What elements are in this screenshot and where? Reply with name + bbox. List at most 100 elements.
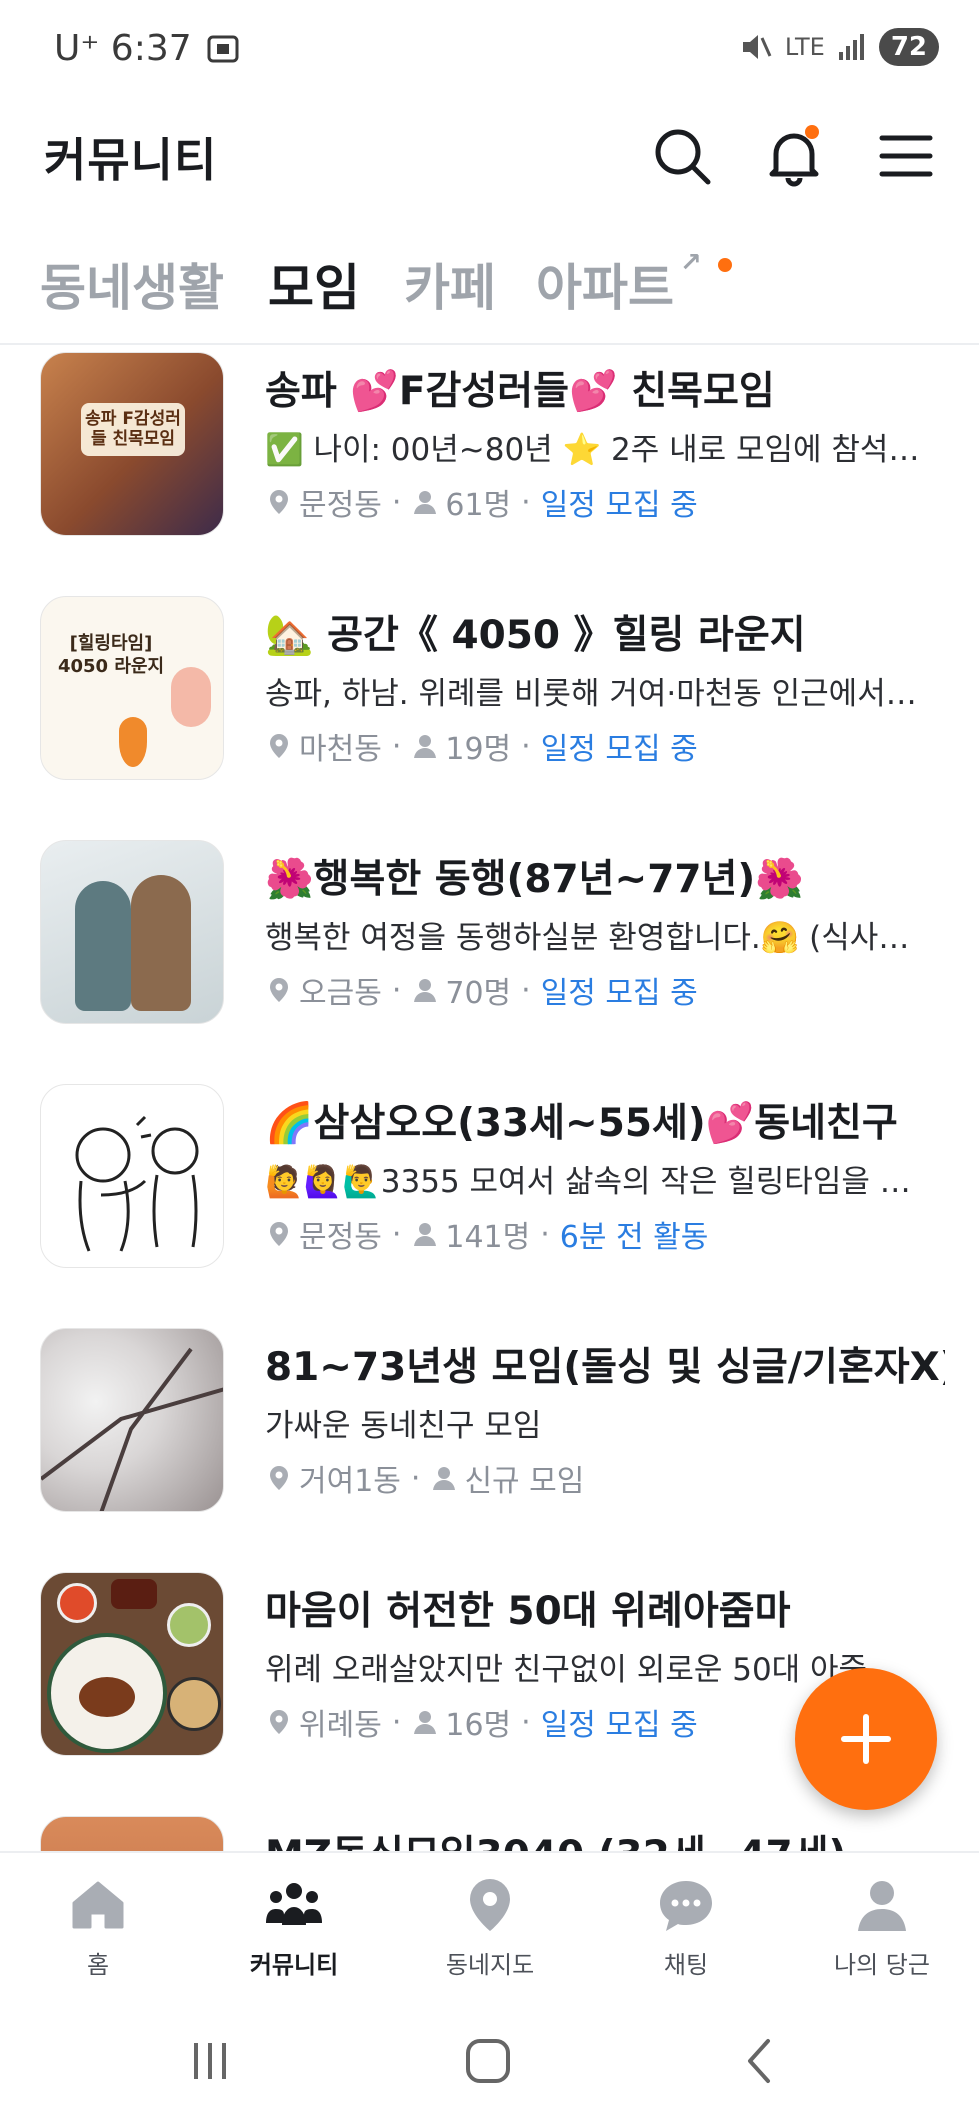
nav-my-karrot[interactable]: 나의 당근 xyxy=(784,1875,979,1980)
person-icon xyxy=(414,979,437,1002)
tab-neighborhood-life[interactable]: 동네생활 xyxy=(40,248,224,320)
thumbnail-caption: [힐링타임] 4050 라운지 xyxy=(57,633,165,677)
nav-home[interactable]: 홈 xyxy=(0,1875,196,1980)
group-description: 🙋🙋‍♀️🙋‍♂️3355 모여서 삶속의 작은 힐링타임을 … xyxy=(265,1164,911,1200)
nav-chat[interactable]: 채팅 xyxy=(588,1875,784,1980)
group-location: 문정동 xyxy=(299,1220,382,1255)
thumbnail-character xyxy=(171,667,211,727)
location-pin-icon xyxy=(270,734,288,758)
group-meta: 거여1동 · 신규 모임 xyxy=(265,1456,945,1500)
group-location: 거여1동 xyxy=(299,1464,401,1499)
person-icon xyxy=(414,1711,437,1734)
tab-cafe[interactable]: 카페 xyxy=(404,248,496,320)
menu-icon[interactable] xyxy=(874,124,938,188)
meta-separator: · xyxy=(391,1216,402,1252)
location-pin-icon xyxy=(270,978,288,1002)
meta-separator: · xyxy=(521,972,531,1008)
nav-community[interactable]: 커뮤니티 xyxy=(196,1875,392,1980)
group-meta: 마천동 · 19명 · 일정 모집 중 xyxy=(265,724,945,768)
meta-separator: · xyxy=(410,1460,421,1496)
new-dot xyxy=(718,258,732,272)
search-icon[interactable] xyxy=(650,124,714,188)
group-meta: 문정동 · 141명 · 6분 전 활동 xyxy=(265,1212,945,1256)
meta-separator: · xyxy=(391,728,402,764)
bell-icon[interactable] xyxy=(762,124,826,188)
group-location: 문정동 xyxy=(299,488,382,523)
home-button[interactable] xyxy=(458,2031,518,2091)
chat-icon xyxy=(660,1881,712,1931)
group-status: 일정 모집 중 xyxy=(540,488,698,523)
group-location: 오금동 xyxy=(299,976,382,1011)
group-location: 마천동 xyxy=(299,732,382,767)
group-thumbnail: 송파 F감성러들 친목모임 xyxy=(40,352,224,536)
group-thumbnail xyxy=(40,840,224,1024)
status-right: LTE 72 xyxy=(739,28,939,66)
group-description: 행복한 여정을 동행하실분 환영합니다.🤗 (식사… xyxy=(265,920,910,956)
group-title: 81~73년생 모임(돌싱 및 싱글/기혼자X) xyxy=(265,1345,945,1390)
blossom-branches xyxy=(41,1347,223,1511)
group-title: 🌈삼삼오오(33세~55세)💕동네친구 xyxy=(265,1101,898,1146)
nav-map[interactable]: 동네지도 xyxy=(392,1875,588,1980)
group-thumbnail: [힐링타임] 4050 라운지 xyxy=(40,596,224,780)
battery-indicator: 72 xyxy=(878,28,939,66)
group-meta: 문정동 · 61명 · 일정 모집 중 xyxy=(265,480,945,524)
person-icon xyxy=(414,735,437,758)
list-item[interactable]: 송파 F감성러들 친목모임 송파 💕F감성러들💕 친목모임 ✅ 나이: 00년~… xyxy=(0,352,979,596)
meta-separator: · xyxy=(540,1216,550,1252)
create-group-button[interactable] xyxy=(795,1668,937,1810)
location-pin-icon xyxy=(270,1466,288,1490)
list-item[interactable]: 81~73년생 모임(돌싱 및 싱글/기혼자X) 가싸운 동네친구 모임 거여1… xyxy=(0,1328,979,1572)
tab-meetups[interactable]: 모임 xyxy=(268,248,360,320)
person-icon xyxy=(433,1467,456,1490)
meta-separator: · xyxy=(521,1704,531,1740)
person-icon xyxy=(414,491,437,514)
thumbnail-cutlet xyxy=(79,1677,135,1717)
group-status: 일정 모집 중 xyxy=(540,976,698,1011)
thumbnail-child-right xyxy=(131,875,191,1011)
group-status: 6분 전 활동 xyxy=(559,1220,709,1255)
thumbnail-caption: 송파 F감성러들 친목모임 xyxy=(81,403,185,456)
community-icon xyxy=(266,1883,322,1925)
location-pin-icon xyxy=(270,490,288,514)
list-item[interactable]: [힐링타임] 4050 라운지 🏡 공간《 4050 》힐링 라운지 송파, 하… xyxy=(0,596,979,840)
nav-label: 채팅 xyxy=(663,1951,709,1979)
list-item[interactable]: MZ동싱모임3040 (32세~47세) xyxy=(0,1816,979,1851)
location-pin-icon xyxy=(270,1710,288,1734)
list-item[interactable]: 🌺행복한 동행(87년~77년)🌺 행복한 여정을 동행하실분 환영합니다.🤗 … xyxy=(0,840,979,1084)
list-item[interactable]: 🌈삼삼오오(33세~55세)💕동네친구 🙋🙋‍♀️🙋‍♂️3355 모여서 삶속… xyxy=(0,1084,979,1328)
person-icon xyxy=(414,1223,437,1246)
location-pin-icon xyxy=(270,1222,288,1246)
group-members: 16명 xyxy=(445,1708,512,1743)
group-description: 송파, 하남. 위례를 비롯해 거여·마천동 인근에서… xyxy=(265,676,917,712)
meta-separator: · xyxy=(391,972,402,1008)
recents-button[interactable] xyxy=(180,2031,240,2091)
group-status: 일정 모집 중 xyxy=(540,732,698,767)
community-tabs: 동네생활 모임 카페 아파트 ↗ xyxy=(0,240,979,345)
group-thumbnail xyxy=(40,1816,224,1851)
thumbnail-side-dish xyxy=(57,1583,97,1623)
nav-label: 동네지도 xyxy=(445,1951,535,1979)
back-button[interactable] xyxy=(730,2031,790,2091)
map-pin-icon xyxy=(470,1879,510,1931)
tab-apartment-label: 아파트 xyxy=(536,259,674,317)
group-members: 70명 xyxy=(445,976,512,1011)
group-members: 61명 xyxy=(445,488,512,523)
external-link-icon: ↗ xyxy=(680,248,702,278)
home-icon xyxy=(72,1881,124,1929)
group-title: MZ동싱모임3040 (32세~47세) xyxy=(265,1824,945,1851)
meta-separator: · xyxy=(521,484,531,520)
group-thumbnail xyxy=(40,1328,224,1512)
group-title: 🏡 공간《 4050 》힐링 라운지 xyxy=(265,613,806,658)
group-title: 마음이 허전한 50대 위례아줌마 xyxy=(265,1589,791,1634)
network-label: LTE xyxy=(784,33,825,61)
group-thumbnail xyxy=(40,1084,224,1268)
page-title: 커뮤니티 xyxy=(44,133,218,187)
signal-icon xyxy=(838,34,864,60)
nav-label: 나의 당근 xyxy=(834,1951,930,1979)
status-left: U⁺ 6:37 xyxy=(54,28,240,69)
group-members: 신규 모임 xyxy=(464,1464,585,1499)
doodle-illustration xyxy=(75,1115,199,1252)
notification-dot xyxy=(805,125,819,139)
tab-apartment[interactable]: 아파트 ↗ xyxy=(536,248,702,320)
group-list[interactable]: 송파 F감성러들 친목모임 송파 💕F감성러들💕 친목모임 ✅ 나이: 00년~… xyxy=(0,347,979,1851)
